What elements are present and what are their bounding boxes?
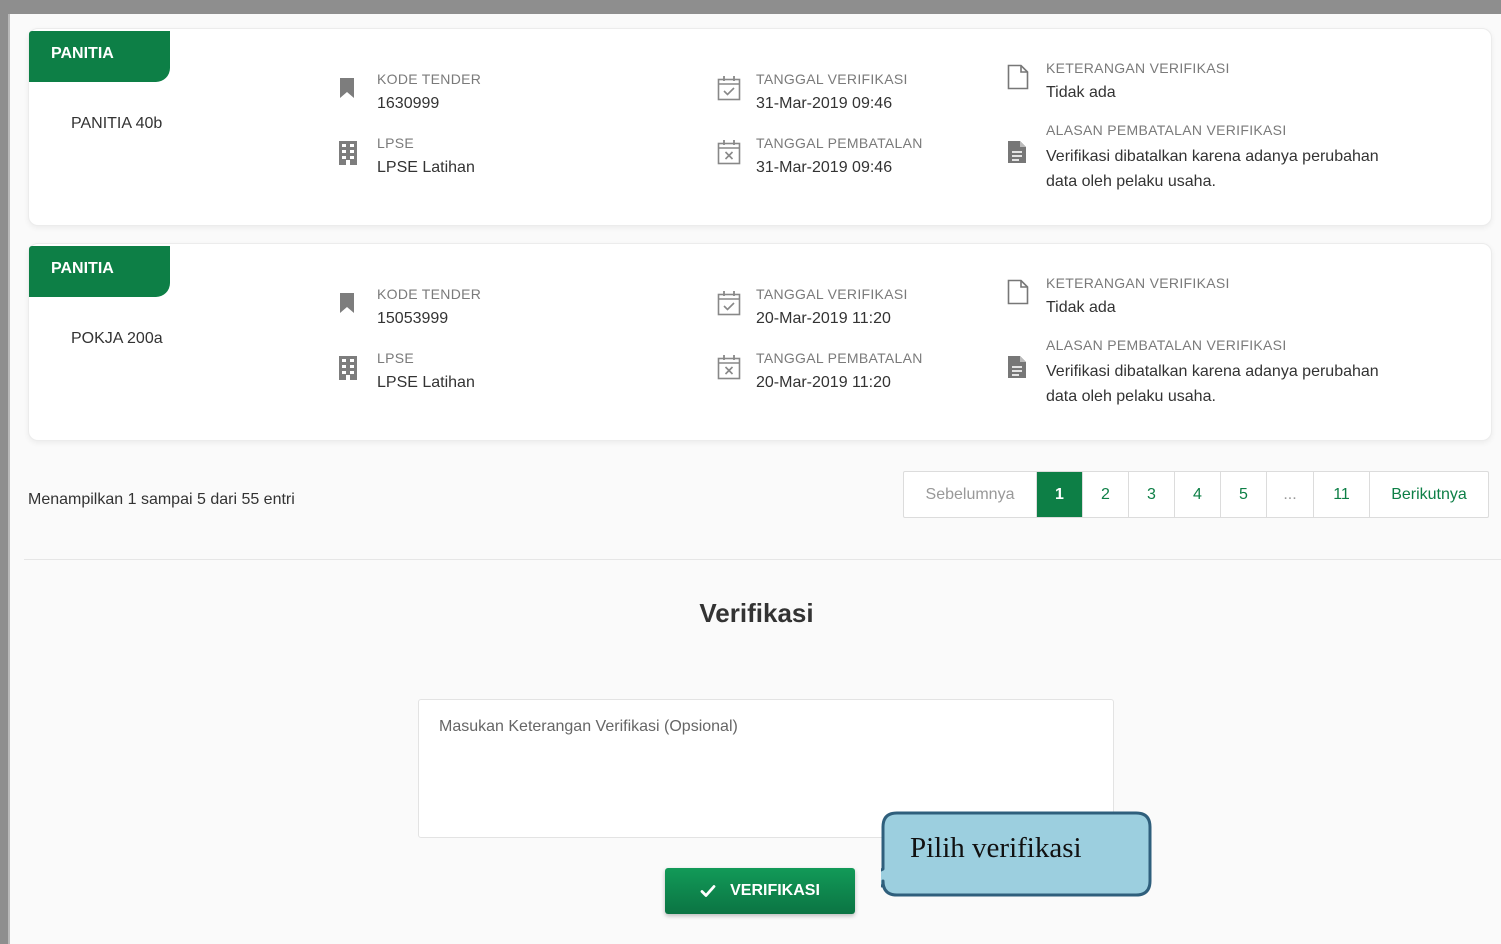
kode-tender-field: KODE TENDER 1630999: [377, 71, 481, 113]
pagination-page-11[interactable]: 11: [1313, 472, 1369, 517]
building-icon: [339, 356, 357, 380]
lpse-field: LPSE LPSE Latihan: [377, 135, 475, 177]
tanggal-verifikasi-value: 20-Mar-2019 11:20: [756, 310, 891, 327]
kode-tender-value: 1630999: [377, 95, 440, 112]
pagination-ellipsis: ...: [1266, 472, 1313, 517]
lpse-label: LPSE: [377, 135, 414, 151]
pagination-page-3[interactable]: 3: [1128, 472, 1174, 517]
keterangan-label: KETERANGAN VERIFIKASI: [1046, 60, 1230, 76]
verify-button-label: VERIFIKASI: [730, 882, 820, 899]
verification-card: PANITIA POKJA 200a KODE TENDER 15053999 …: [28, 243, 1492, 441]
pagination-next-button[interactable]: Berikutnya: [1369, 472, 1488, 517]
check-icon: [700, 885, 716, 897]
calendar-x-icon: [717, 140, 741, 165]
tanggal-pembatalan-field: TANGGAL PEMBATALAN 20-Mar-2019 11:20: [756, 350, 923, 392]
kode-tender-label: KODE TENDER: [377, 286, 482, 302]
bookmark-icon: [340, 78, 354, 98]
group-name: POKJA 200a: [71, 330, 163, 347]
pagination-prev-button[interactable]: Sebelumnya: [904, 472, 1036, 517]
calendar-check-icon: [717, 76, 741, 101]
verification-title: Verifikasi: [699, 598, 814, 628]
alasan-label: ALASAN PEMBATALAN VERIFIKASI: [1046, 337, 1287, 353]
keterangan-label: KETERANGAN VERIFIKASI: [1046, 275, 1230, 291]
tanggal-pembatalan-value: 31-Mar-2019 09:46: [756, 159, 893, 176]
tanggal-pembatalan-value: 20-Mar-2019 11:20: [756, 374, 891, 391]
document-outline-icon: [1007, 64, 1029, 90]
document-filled-icon: [1008, 356, 1026, 378]
keterangan-field: KETERANGAN VERIFIKASI Tidak ada: [1046, 60, 1230, 102]
kode-tender-label: KODE TENDER: [377, 71, 482, 87]
keterangan-value: Tidak ada: [1046, 299, 1116, 316]
calendar-check-icon: [717, 291, 741, 316]
tanggal-verifikasi-value: 31-Mar-2019 09:46: [756, 95, 893, 112]
pagination-page-1[interactable]: 1: [1036, 472, 1082, 517]
alasan-value: Verifikasi dibatalkan karena adanya peru…: [1046, 148, 1379, 190]
alasan-field: ALASAN PEMBATALAN VERIFIKASI Verifikasi …: [1046, 122, 1396, 194]
group-name: PANITIA 40b: [71, 115, 163, 132]
kode-tender-field: KODE TENDER 15053999: [377, 286, 481, 328]
document-filled-icon: [1008, 141, 1026, 163]
alasan-field: ALASAN PEMBATALAN VERIFIKASI Verifikasi …: [1046, 337, 1396, 409]
verify-button[interactable]: VERIFIKASI: [665, 868, 855, 914]
tanggal-pembatalan-label: TANGGAL PEMBATALAN: [756, 135, 923, 151]
tanggal-verifikasi-field: TANGGAL VERIFIKASI 31-Mar-2019 09:46: [756, 71, 908, 113]
tanggal-pembatalan-field: TANGGAL PEMBATALAN 31-Mar-2019 09:46: [756, 135, 923, 177]
section-divider: [24, 559, 1501, 560]
tanggal-verifikasi-label: TANGGAL VERIFIKASI: [756, 71, 908, 87]
verification-card: PANITIA PANITIA 40b KODE TENDER 1630999 …: [28, 28, 1492, 226]
entries-summary: Menampilkan 1 sampai 5 dari 55 entri: [28, 491, 295, 508]
callout-text: Pilih verifikasi: [910, 832, 1082, 864]
lpse-label: LPSE: [377, 350, 414, 366]
lpse-value: LPSE Latihan: [377, 374, 475, 391]
pagination: Sebelumnya 1 2 3 4 5 ... 11 Berikutnya: [903, 471, 1489, 518]
page-frame: PANITIA PANITIA 40b KODE TENDER 1630999 …: [8, 14, 1501, 944]
document-outline-icon: [1007, 279, 1029, 305]
lpse-field: LPSE LPSE Latihan: [377, 350, 475, 392]
tanggal-pembatalan-label: TANGGAL PEMBATALAN: [756, 350, 923, 366]
alasan-value: Verifikasi dibatalkan karena adanya peru…: [1046, 363, 1379, 405]
pagination-page-2[interactable]: 2: [1082, 472, 1128, 517]
role-badge: PANITIA: [29, 246, 170, 297]
keterangan-value: Tidak ada: [1046, 84, 1116, 101]
tanggal-verifikasi-field: TANGGAL VERIFIKASI 20-Mar-2019 11:20: [756, 286, 908, 328]
alasan-label: ALASAN PEMBATALAN VERIFIKASI: [1046, 122, 1287, 138]
keterangan-field: KETERANGAN VERIFIKASI Tidak ada: [1046, 275, 1230, 317]
bookmark-icon: [340, 293, 354, 313]
building-icon: [339, 141, 357, 165]
pagination-page-4[interactable]: 4: [1174, 472, 1220, 517]
calendar-x-icon: [717, 355, 741, 380]
kode-tender-value: 15053999: [377, 310, 449, 327]
role-badge: PANITIA: [29, 31, 170, 82]
tanggal-verifikasi-label: TANGGAL VERIFIKASI: [756, 286, 908, 302]
pagination-page-5[interactable]: 5: [1220, 472, 1266, 517]
lpse-value: LPSE Latihan: [377, 159, 475, 176]
